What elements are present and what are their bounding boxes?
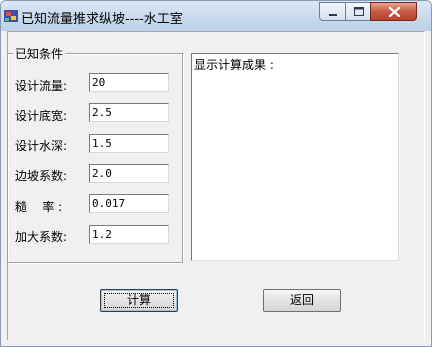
back-button-label: 返回 bbox=[289, 293, 314, 307]
maximize-icon bbox=[354, 7, 364, 16]
minimize-icon bbox=[329, 14, 337, 16]
app-window: 已知流量推求纵坡----水工室 已知条件 设计流量: 20 设计底宽: 2.5 … bbox=[0, 0, 432, 347]
group-title: 已知条件 bbox=[13, 45, 66, 62]
design-water-depth-input[interactable]: 1.5 bbox=[89, 134, 169, 153]
design-water-depth-label: 设计水深: bbox=[15, 139, 68, 153]
minimize-button[interactable] bbox=[319, 2, 346, 21]
close-icon bbox=[388, 6, 401, 18]
side-slope-coefficient-input[interactable]: 2.0 bbox=[89, 164, 169, 183]
design-bottom-width-input[interactable]: 2.5 bbox=[89, 103, 169, 122]
increase-coefficient-label: 加大系数: bbox=[15, 230, 68, 244]
design-flow-input[interactable]: 20 bbox=[89, 73, 169, 92]
side-slope-coefficient-label: 边坡系数: bbox=[15, 169, 68, 183]
calculate-button[interactable]: 计算 bbox=[100, 289, 178, 312]
result-text: 显示计算成果 : bbox=[194, 58, 274, 72]
increase-coefficient-input[interactable]: 1.2 bbox=[89, 225, 169, 244]
design-flow-label: 设计流量: bbox=[15, 79, 68, 93]
close-button[interactable] bbox=[370, 2, 417, 21]
roughness-label: 糙 率 : bbox=[15, 200, 63, 214]
title-bar[interactable]: 已知流量推求纵坡----水工室 bbox=[1, 1, 431, 31]
design-bottom-width-label: 设计底宽: bbox=[15, 109, 68, 123]
roughness-input[interactable]: 0.017 bbox=[89, 194, 169, 213]
maximize-button[interactable] bbox=[345, 2, 371, 21]
back-button[interactable]: 返回 bbox=[263, 289, 341, 312]
result-textarea[interactable]: 显示计算成果 : bbox=[191, 53, 399, 261]
focus-ring bbox=[104, 293, 174, 308]
window-title: 已知流量推求纵坡----水工室 bbox=[21, 12, 183, 27]
app-icon[interactable] bbox=[3, 8, 19, 24]
